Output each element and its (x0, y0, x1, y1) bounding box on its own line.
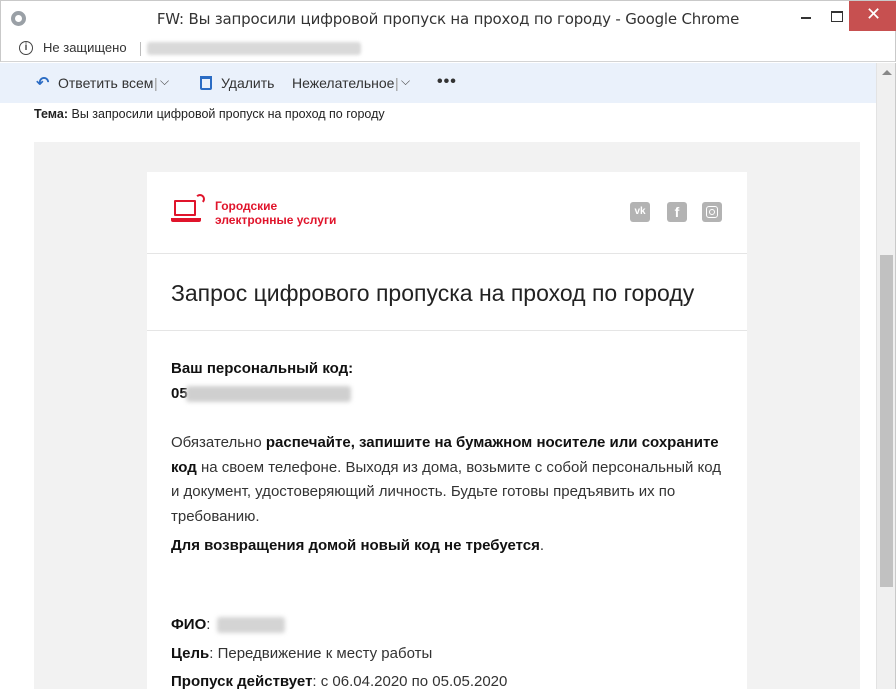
reply-separator: | (154, 75, 158, 91)
instagram-icon[interactable] (702, 202, 722, 222)
chevron-down-icon[interactable]: ⌵ (401, 74, 410, 89)
vertical-scrollbar[interactable] (876, 63, 896, 689)
validity-value: : с 06.04.2020 по 05.05.2020 (312, 673, 508, 690)
heading-divider (147, 330, 747, 331)
brand-line-1: Городские (215, 199, 278, 213)
trash-icon (200, 76, 212, 90)
email-heading: Запрос цифрового пропуска на проход по г… (171, 280, 695, 306)
goal-field: Цель: Передвижение к месту работы (171, 645, 432, 662)
facebook-icon[interactable]: f (667, 202, 687, 222)
laptop-icon (171, 194, 205, 225)
address-separator (140, 42, 141, 56)
close-button[interactable]: ✕ (849, 1, 896, 31)
brand-line-2: электронные услуги (215, 213, 337, 227)
brand-name: Городские электронные услуги (215, 199, 336, 227)
brand-logo[interactable]: Городские электронные услуги (171, 192, 371, 232)
address-bar[interactable]: i Не защищено (0, 36, 896, 62)
reply-all-icon: ↶ (36, 75, 50, 92)
instructions-intro: Обязательно (171, 434, 266, 451)
scrollbar-thumb[interactable] (880, 255, 893, 587)
reply-all-label: Ответить всем (58, 75, 154, 91)
instructions-paragraph: Обязательно распечайте, запишите на бума… (171, 431, 731, 529)
validity-label: Пропуск действует (171, 673, 313, 690)
subject-text: Вы запросили цифровой пропуск на проход … (71, 107, 385, 121)
info-icon[interactable]: i (19, 41, 33, 55)
close-icon: ✕ (866, 4, 882, 25)
validity-field: Пропуск действует: с 06.04.2020 по 05.05… (171, 673, 507, 690)
message-subject: Тема: Вы запросили цифровой пропуск на п… (34, 107, 385, 121)
maximize-button[interactable] (819, 1, 853, 31)
chevron-down-icon[interactable]: ⌵ (160, 74, 169, 89)
scroll-up-icon[interactable] (882, 70, 892, 75)
vk-icon[interactable]: vk (630, 202, 650, 222)
junk-label: Нежелательное (292, 75, 395, 91)
header-divider (147, 253, 747, 254)
goal-value: : Передвижение к месту работы (209, 645, 433, 662)
security-label[interactable]: Не защищено (43, 40, 127, 55)
return-note-bold: Для возвращения домой новый код не требу… (171, 537, 540, 554)
junk-separator: | (395, 75, 399, 91)
mail-toolbar: ↶ Ответить всем | ⌵ Удалить Нежелательно… (0, 63, 876, 103)
subject-label: Тема: (34, 107, 68, 121)
instructions-rest: на своем телефоне. Выходя из дома, возьм… (171, 458, 722, 525)
window-titlebar: FW: Вы запросили цифровой пропуск на про… (0, 0, 896, 36)
goal-label: Цель (171, 645, 210, 662)
more-actions-button[interactable]: ••• (437, 73, 457, 91)
window-title: FW: Вы запросили цифровой пропуск на про… (156, 10, 740, 28)
url-redacted[interactable] (147, 42, 361, 55)
delete-label: Удалить (221, 75, 275, 91)
fio-label: ФИО (171, 616, 207, 633)
fio-redacted (217, 617, 285, 633)
return-note: Для возвращения домой новый код не требу… (171, 537, 545, 554)
personal-code-label: Ваш персональный код: (171, 360, 354, 377)
fio-field: ФИО: (171, 616, 211, 633)
personal-code-redacted (186, 386, 351, 402)
